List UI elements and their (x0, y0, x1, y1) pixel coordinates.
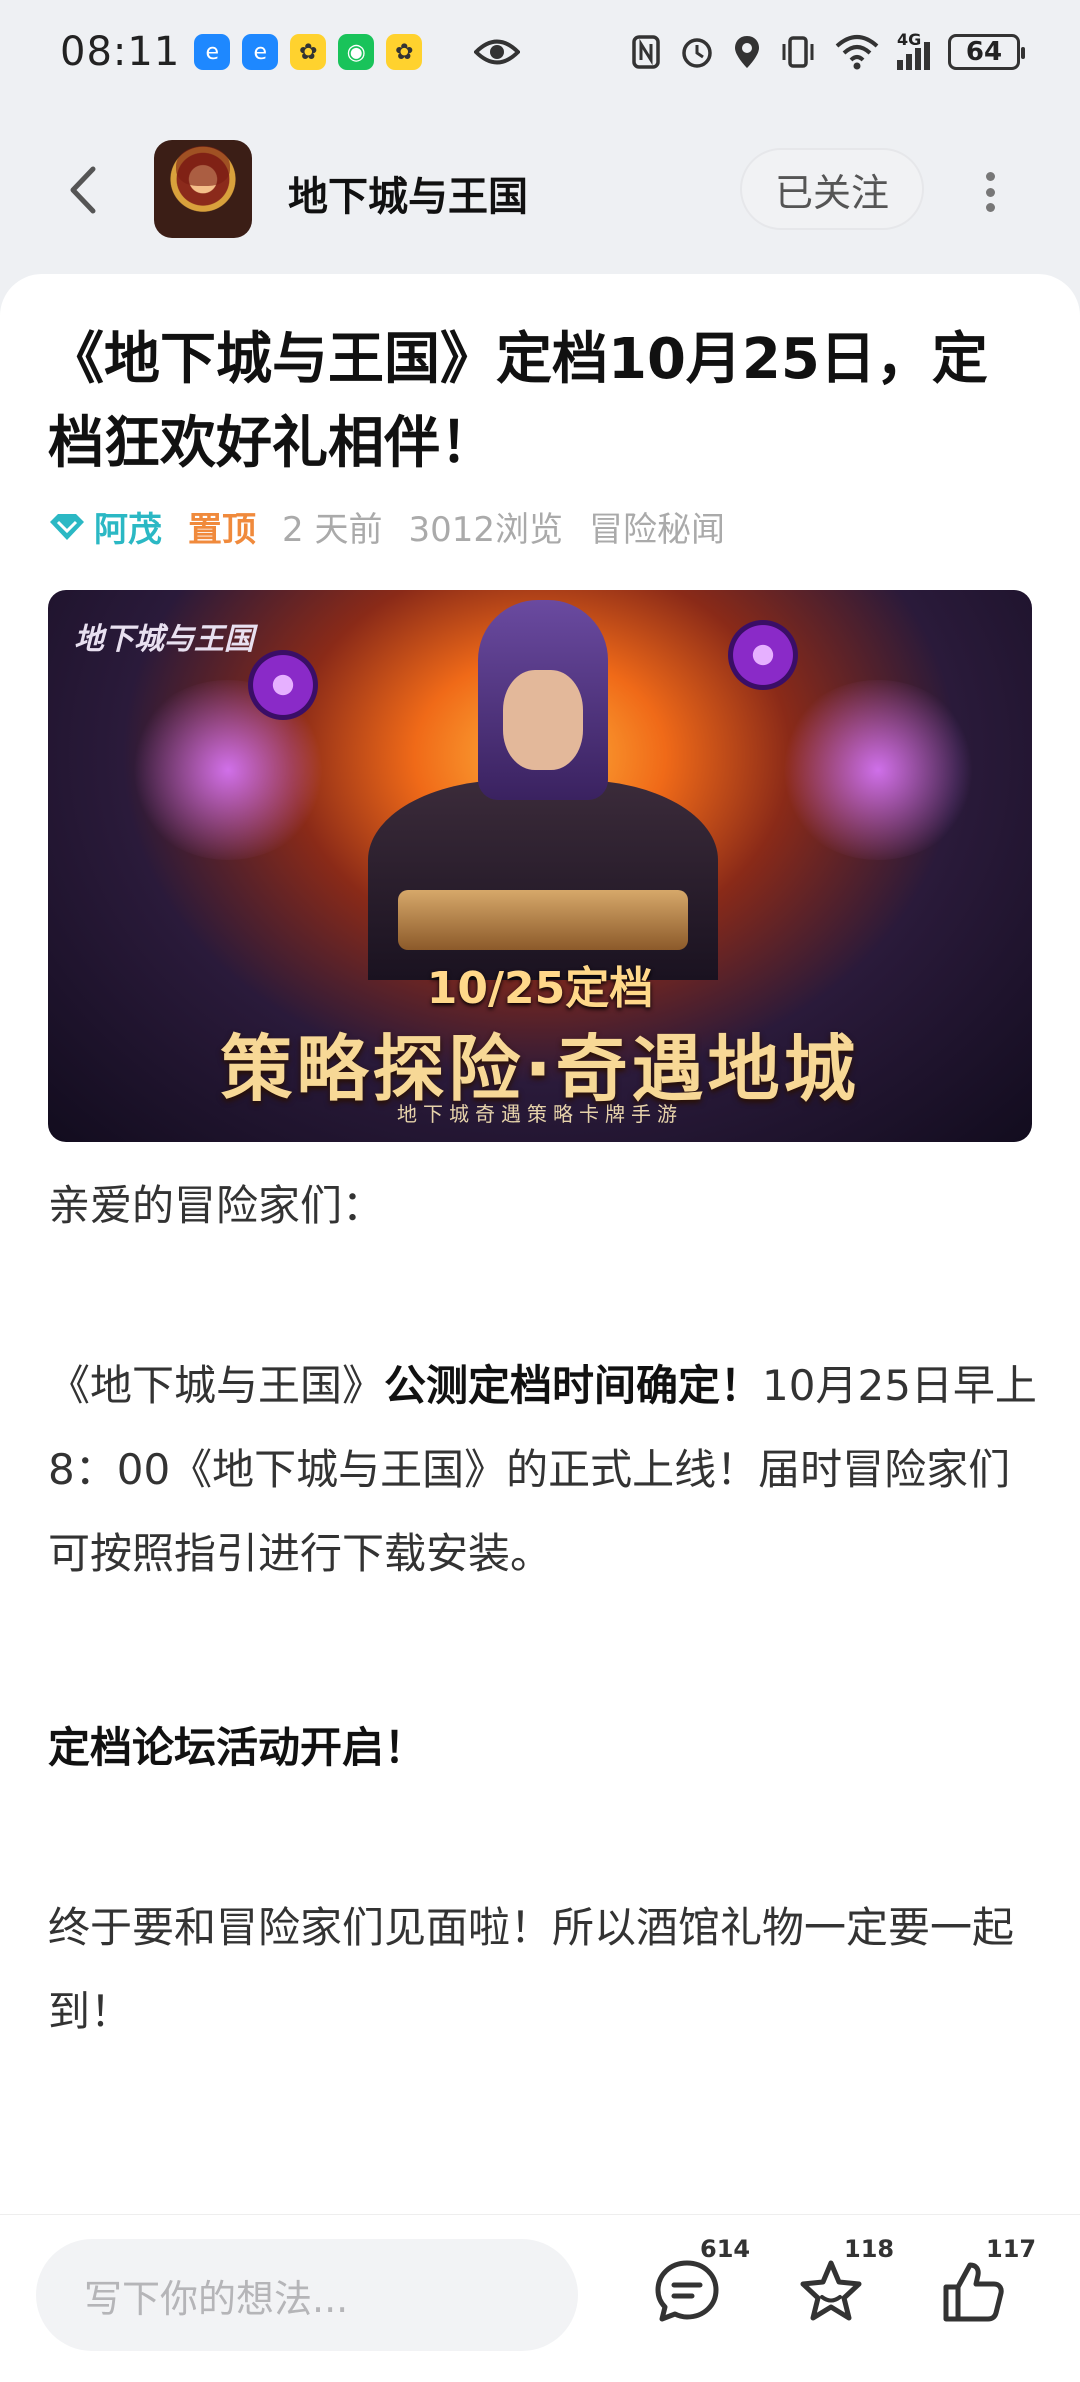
comment-icon (655, 2260, 719, 2322)
favorite-count: 118 (844, 2235, 895, 2263)
more-options-button[interactable] (970, 164, 1010, 220)
purple-flame-right (778, 680, 978, 860)
bottom-action-bar: 写下你的想法... 614 118 117 (0, 2214, 1080, 2382)
wifi-icon (835, 35, 879, 70)
location-icon (735, 36, 759, 68)
comment-button[interactable]: 614 (642, 2235, 750, 2339)
paragraph-greeting: 亲爱的冒险家们： (48, 1181, 385, 1230)
more-dot-icon (985, 187, 995, 197)
like-count: 117 (986, 2235, 1037, 2263)
author-name[interactable]: 阿茂 (94, 502, 162, 551)
bunny-app-icon-2: ✿ (386, 34, 423, 70)
orb-left (248, 650, 318, 720)
vibrate-icon (782, 36, 814, 68)
star-icon (800, 2260, 862, 2321)
wechat-icon: ◉ (338, 34, 375, 70)
signal-icon: 4G (897, 30, 930, 70)
wizard-robe (368, 780, 718, 980)
status-right: 4G 64 (631, 30, 1025, 70)
post-banner-image[interactable]: 地下城与王国 10/25定档 策略探险·奇遇地城 地下城奇遇策略卡牌手游 (48, 590, 1032, 1142)
status-time: 08:11 (60, 29, 181, 75)
more-dot-icon (985, 172, 995, 181)
alarm-icon (682, 38, 712, 68)
banner-date: 10/25定档 (426, 963, 654, 1014)
spell-book (398, 890, 688, 950)
back-button[interactable] (52, 160, 112, 220)
browser-app-icon-2: e (242, 34, 279, 70)
game-avatar[interactable] (154, 140, 252, 238)
more-dot-icon (985, 203, 995, 212)
thumbs-up-icon (943, 2262, 1004, 2322)
status-bar: 08:11 e e ✿ ◉ ✿ 4G 64 (0, 0, 1080, 104)
paragraph-launch-bold: 公测定档时间确定！ (384, 1361, 763, 1410)
like-button[interactable]: 117 (928, 2235, 1036, 2339)
view-count: 3012浏览 (408, 510, 563, 550)
orb-right (728, 620, 798, 690)
browser-app-icon: e (194, 34, 231, 70)
post-card: 《地下城与王国》定档10月25日，定档狂欢好礼相伴！ 阿茂 置顶 2 天前 30… (0, 274, 1080, 2214)
post-category[interactable]: 冒险秘闻 (589, 502, 725, 551)
nfc-icon (632, 35, 660, 69)
pinned-badge: 置顶 (188, 510, 256, 550)
banner-subtitle: 地下城奇遇策略卡牌手游 (397, 1102, 683, 1126)
paragraph-launch: 《地下城与王国》公测定档时间确定！10月25日早上 8：00《地下城与王国》的正… (48, 1344, 1038, 1596)
post-meta: 阿茂 置顶 2 天前 3012浏览 冒险秘闻 (48, 502, 725, 551)
chevron-left-icon (70, 166, 96, 214)
battery-indicator: 64 (948, 34, 1025, 70)
paragraph-event-heading: 定档论坛活动开启！ (48, 1723, 427, 1772)
paragraph-launch-prefix: 《地下城与王国》 (48, 1361, 385, 1410)
comment-input[interactable]: 写下你的想法... (36, 2239, 578, 2351)
wizard-face (503, 670, 583, 770)
network-type: 4G (897, 30, 922, 49)
game-name[interactable]: 地下城与王国 (288, 164, 528, 222)
notification-icons: e e ✿ ◉ ✿ (194, 34, 521, 70)
eye-icon (474, 37, 521, 67)
paragraph-gift: 终于要和冒险家们见面啦！所以酒馆礼物一定要一起到！ (48, 1903, 1015, 2036)
banner-logo: 地下城与王国 (74, 622, 254, 657)
diamond-icon (50, 513, 84, 540)
favorite-button[interactable]: 118 (786, 2235, 894, 2339)
app-header: 地下城与王国 已关注 (0, 104, 1080, 274)
post-title: 《地下城与王国》定档10月25日，定档狂欢好礼相伴！ (48, 327, 988, 476)
comment-count: 614 (700, 2235, 751, 2263)
follow-button[interactable]: 已关注 (740, 148, 924, 230)
bunny-app-icon: ✿ (290, 34, 327, 70)
post-time: 2 天前 (282, 510, 383, 550)
